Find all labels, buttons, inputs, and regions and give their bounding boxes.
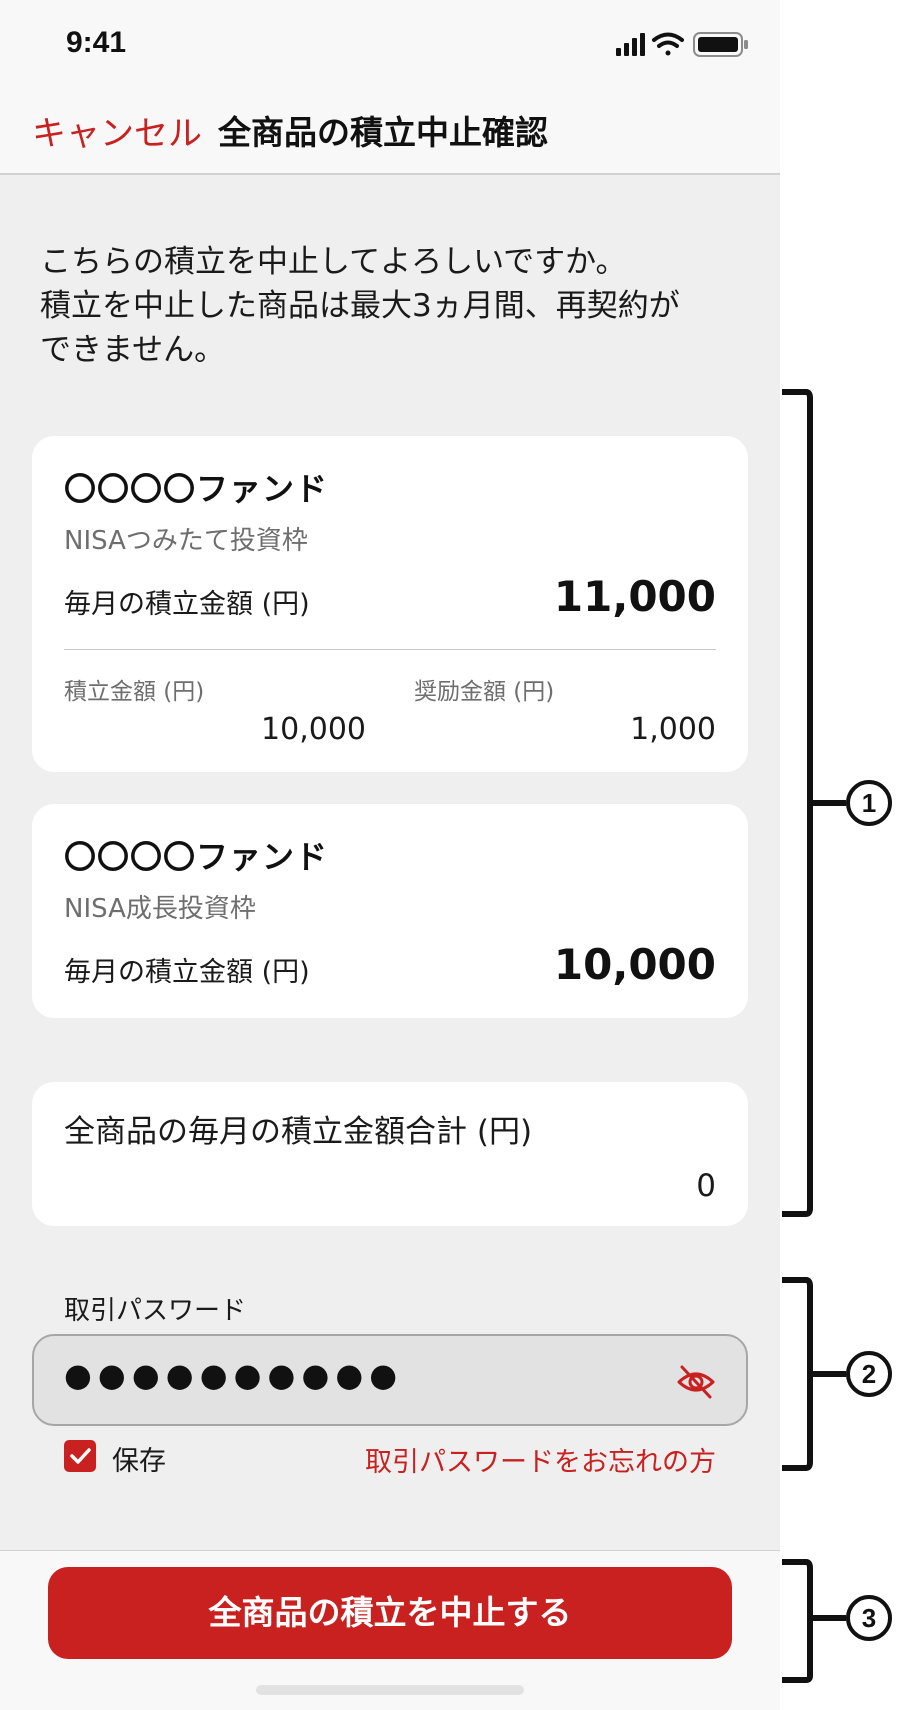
save-checkbox[interactable] xyxy=(64,1440,96,1472)
fund-name: 〇〇〇〇ファンド xyxy=(64,470,329,508)
marker-1: 1 xyxy=(861,788,877,818)
monthly-amount-label: 毎月の積立金額 (円) xyxy=(64,957,310,988)
incentive-amount-value: 1,000 xyxy=(630,712,716,747)
monthly-amount-label: 毎月の積立金額 (円) xyxy=(64,589,310,620)
eye-off-icon[interactable] xyxy=(676,1362,716,1402)
divider xyxy=(64,649,716,650)
footer: 全商品の積立を中止する xyxy=(0,1550,780,1710)
fund-account-type: NISA成長投資枠 xyxy=(64,894,256,924)
password-masked-value: ●●●●●●●●●● xyxy=(64,1356,404,1394)
forgot-password-link[interactable]: 取引パスワードをお忘れの方 xyxy=(365,1440,716,1479)
bracket-1 xyxy=(782,389,813,1217)
password-input[interactable]: ●●●●●●●●●● xyxy=(32,1334,748,1426)
total-amount-value: 0 xyxy=(696,1168,716,1204)
contribution-amount-label: 積立金額 (円) xyxy=(64,679,205,705)
marker-2: 2 xyxy=(861,1359,877,1389)
confirmation-message-line: 積立を中止した商品は最大3ヵ月間、再契約が xyxy=(40,288,680,324)
total-card: 全商品の毎月の積立金額合計 (円) 0 xyxy=(32,1082,748,1226)
password-label: 取引パスワード xyxy=(64,1296,247,1326)
confirmation-message: こちらの積立を中止してよろしいですか。 積立を中止した商品は最大3ヵ月間、再契約… xyxy=(40,240,760,372)
signal-icon xyxy=(616,33,645,56)
confirmation-message-line: できません。 xyxy=(40,332,226,368)
page-title: 全商品の積立中止確認 xyxy=(218,113,548,152)
total-amount-label: 全商品の毎月の積立金額合計 (円) xyxy=(64,1114,533,1150)
monthly-amount-value: 11,000 xyxy=(553,572,716,621)
navigation-bar: キャンセル 全商品の積立中止確認 xyxy=(0,88,780,175)
incentive-amount-label: 奨励金額 (円) xyxy=(414,679,555,705)
status-bar: 9:41 xyxy=(0,0,780,88)
home-indicator xyxy=(256,1685,524,1695)
fund-account-type: NISAつみたて投資枠 xyxy=(64,526,308,556)
cancel-button[interactable]: キャンセル xyxy=(32,106,202,155)
fund-card: 〇〇〇〇ファンド NISAつみたて投資枠 毎月の積立金額 (円) 11,000 … xyxy=(32,436,748,772)
battery-icon xyxy=(693,32,748,57)
status-time: 9:41 xyxy=(66,26,127,59)
stop-all-contributions-button[interactable]: 全商品の積立を中止する xyxy=(48,1567,732,1659)
save-checkbox-label[interactable]: 保存 xyxy=(112,1439,166,1478)
confirmation-message-line: こちらの積立を中止してよろしいですか。 xyxy=(40,244,627,280)
marker-3: 3 xyxy=(861,1603,877,1633)
bracket-3 xyxy=(782,1559,813,1683)
monthly-amount-value: 10,000 xyxy=(553,940,716,989)
bracket-2 xyxy=(782,1277,813,1471)
wifi-icon xyxy=(652,32,684,56)
fund-name: 〇〇〇〇ファンド xyxy=(64,838,329,876)
contribution-amount-value: 10,000 xyxy=(261,712,366,747)
checkmark-icon xyxy=(70,1448,91,1464)
fund-card: 〇〇〇〇ファンド NISA成長投資枠 毎月の積立金額 (円) 10,000 xyxy=(32,804,748,1018)
status-icons xyxy=(616,32,748,57)
phone-screen: 9:41 キャンセル 全商品の積立中止確認 こちらの積立を中止してよろしいですか… xyxy=(0,0,780,1710)
